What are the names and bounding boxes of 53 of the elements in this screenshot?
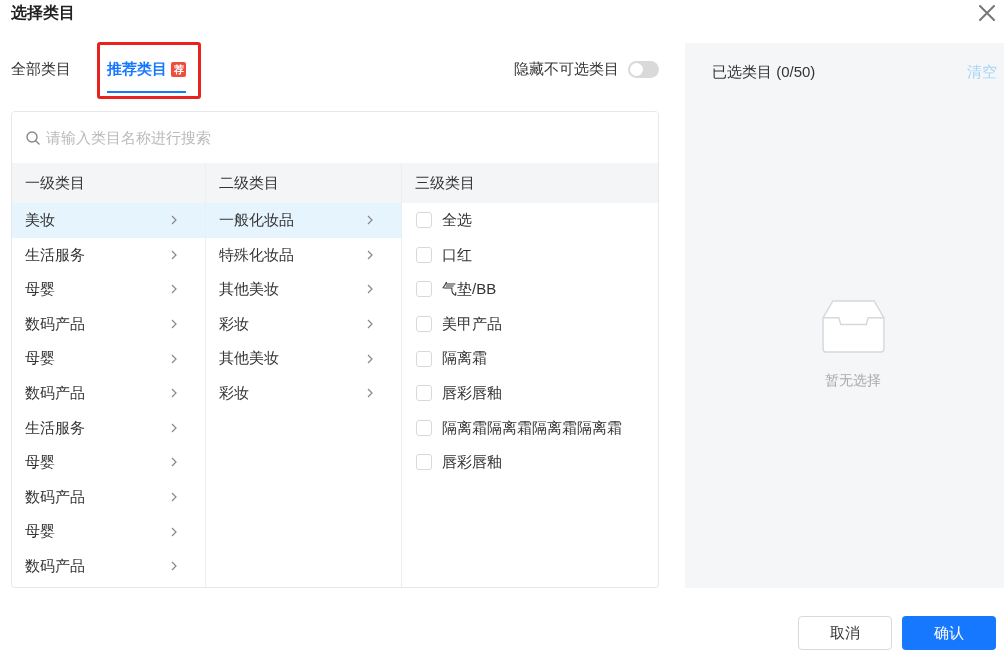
empty-tray-icon [821,300,885,353]
toggle-switch[interactable] [628,60,659,78]
category-tab[interactable]: 全部类目 [11,45,71,93]
checkbox[interactable] [416,212,432,229]
category-checkbox[interactable]: 隔离霜隔离霜隔离霜隔离霜 [402,410,658,446]
column-header: 一级类目 [12,163,205,203]
chevron-right-icon [367,319,373,330]
dialog-title: 选择类目 [11,3,75,23]
category-checkbox[interactable]: 唇彩唇釉 [402,445,658,480]
column-header: 二级类目 [206,163,401,203]
column-header: 三级类目 [402,163,658,203]
chevron-right-icon [171,561,177,572]
category-checkbox[interactable]: 口红 [402,237,658,273]
chevron-right-icon [171,388,177,399]
category-checkbox[interactable]: 气垫/BB [402,272,658,307]
chevron-right-icon [171,284,177,295]
checkbox[interactable] [416,419,432,436]
chevron-right-icon [171,215,177,226]
category-checkbox[interactable]: 全选 [402,203,658,238]
chevron-right-icon [367,249,373,260]
chevron-right-icon [171,526,177,537]
checkbox[interactable] [416,385,432,402]
checkbox[interactable] [416,350,432,367]
close-button[interactable] [978,4,996,22]
checkbox[interactable] [416,246,432,263]
category-item[interactable]: 一般化妆品 [206,203,401,238]
recommend-badge: 荐 [171,61,186,77]
category-checkbox[interactable]: 美甲产品 [402,306,658,342]
toggle-label: 隐藏不可选类目 [514,58,619,79]
chevron-right-icon [171,249,177,260]
confirm-button[interactable]: 确认 [902,616,996,650]
chevron-right-icon [171,492,177,503]
chevron-right-icon [367,388,373,399]
empty-text: 暂无选择 [825,371,881,390]
cancel-button[interactable]: 取消 [798,616,892,650]
search-icon [26,130,40,145]
panel-title: 已选类目 (0/50) [712,61,816,82]
chevron-right-icon [171,422,177,433]
checkbox[interactable] [416,316,432,333]
category-checkbox[interactable]: 唇彩唇釉 [402,375,658,411]
chevron-right-icon [367,215,373,226]
close-icon [979,5,995,21]
chevron-right-icon [367,353,373,364]
checkbox[interactable] [416,454,432,471]
category-checkbox[interactable]: 隔离霜 [402,341,658,376]
search-field[interactable]: 请输入类目名称进行搜索 [46,122,644,153]
category-tab[interactable]: 推荐类目 荐 [107,45,186,93]
chevron-right-icon [171,353,177,364]
chevron-right-icon [171,319,177,330]
category-item[interactable]: 美妆 [12,203,205,238]
checkbox[interactable] [416,281,432,298]
chevron-right-icon [171,457,177,468]
chevron-right-icon [367,284,373,295]
